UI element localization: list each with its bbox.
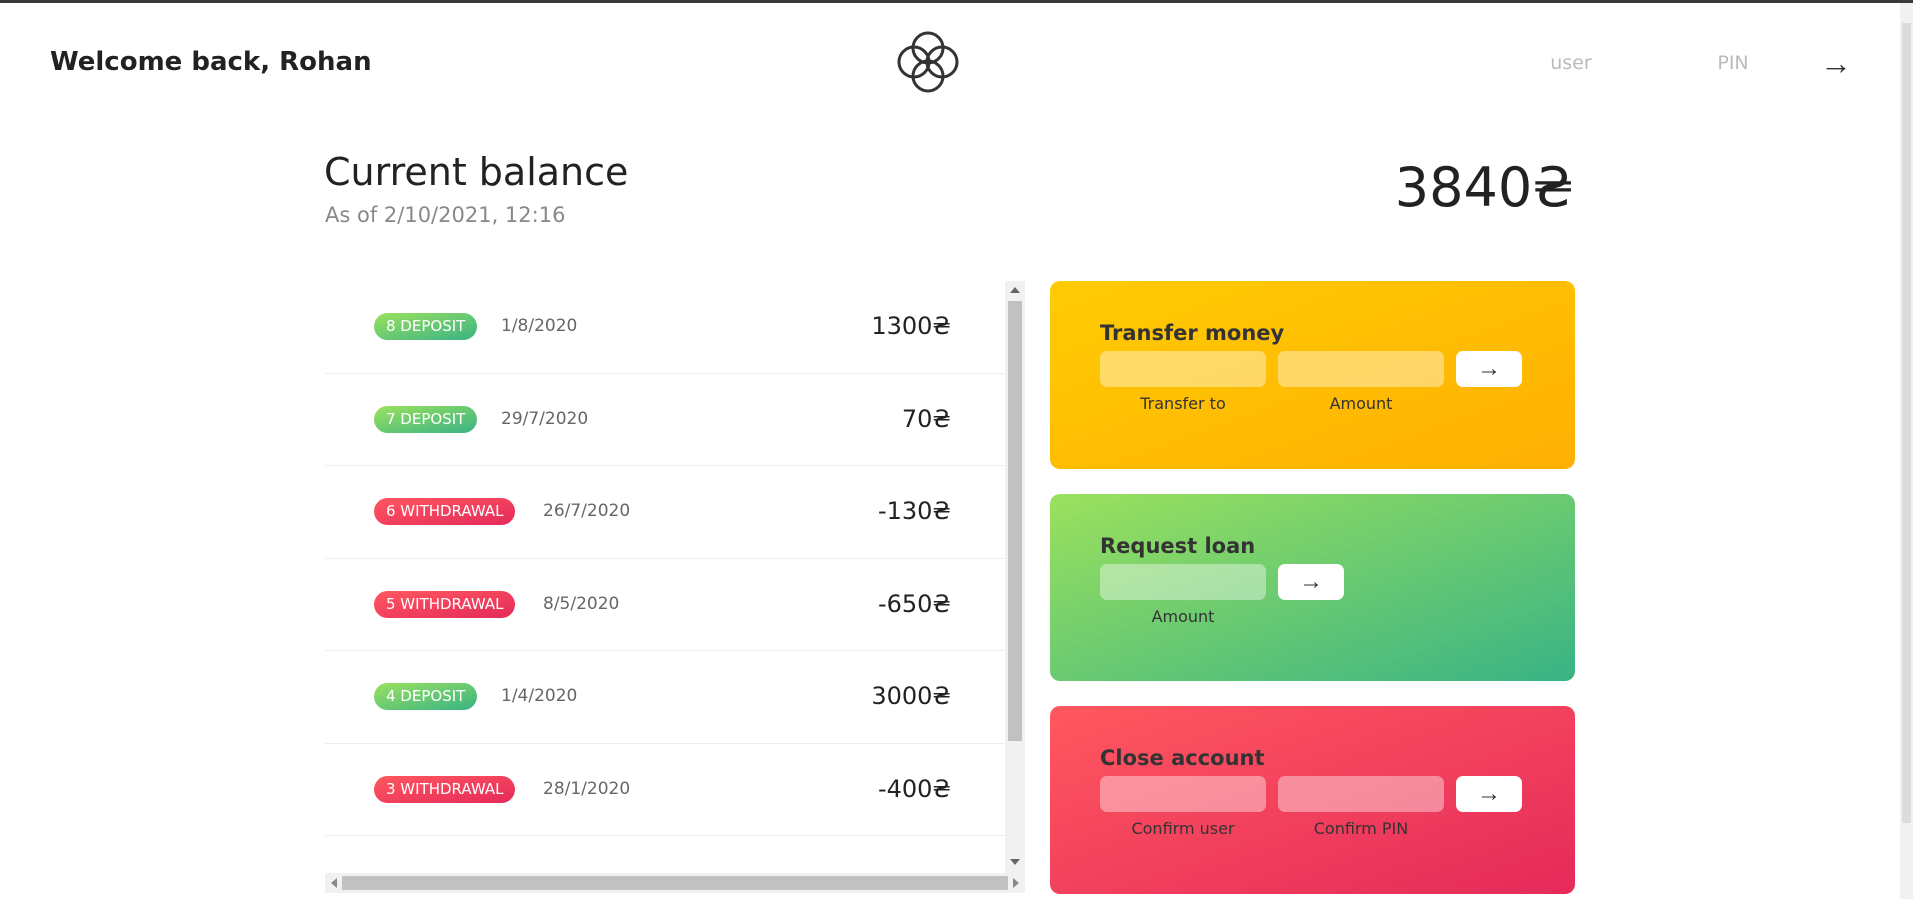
movement-type-badge: 5 WITHDRAWAL — [374, 590, 516, 618]
movement-row: 6 WITHDRAWAL 26/7/2020 -130₴ — [325, 466, 1005, 559]
movement-row: 5 WITHDRAWAL 8/5/2020 -650₴ — [325, 559, 1005, 651]
scrollbar-thumb[interactable] — [1902, 23, 1911, 823]
operation-close: Close account → Confirm user Confirm PIN — [1050, 706, 1575, 894]
movement-type-badge: 4 DEPOSIT — [374, 683, 478, 710]
loan-title: Request loan — [1100, 534, 1256, 558]
movement-date: 1/8/2020 — [501, 316, 578, 336]
movement-date: 8/5/2020 — [543, 593, 620, 614]
movement-value: -400₴ — [877, 774, 951, 803]
scroll-left-arrow-icon[interactable] — [331, 878, 337, 888]
movements-rows: 8 DEPOSIT 1/8/2020 1300₴ 7 DEPOSIT 29/7/2020… — [325, 281, 1005, 836]
balance-value: 3840₴ — [1394, 156, 1574, 219]
login-button[interactable]: → — [1818, 45, 1854, 81]
movement-type-badge: 3 WITHDRAWAL — [374, 775, 516, 803]
movement-date: 28/1/2020 — [543, 778, 631, 799]
movement-date: 1/4/2020 — [501, 686, 578, 706]
loan-submit-button[interactable]: → — [1278, 564, 1344, 600]
movements-horizontal-scrollbar[interactable] — [325, 873, 1025, 893]
close-user-input[interactable] — [1100, 776, 1266, 812]
movement-value: 1300₴ — [871, 312, 951, 340]
page-vertical-scrollbar[interactable] — [1900, 3, 1913, 899]
transfer-title: Transfer money — [1100, 321, 1285, 345]
close-submit-button[interactable]: → — [1456, 776, 1522, 812]
movement-row: 8 DEPOSIT 1/8/2020 1300₴ — [325, 281, 1005, 374]
movement-row: 7 DEPOSIT 29/7/2020 70₴ — [325, 374, 1005, 466]
close-user-label: Confirm user — [1131, 819, 1235, 838]
loan-amount-input[interactable] — [1100, 564, 1266, 600]
transfer-to-label: Transfer to — [1140, 394, 1226, 413]
balance-date: As of 2/10/2021, 12:16 — [325, 203, 566, 227]
login-user-input[interactable] — [1496, 48, 1646, 78]
movement-type-badge: 6 WITHDRAWAL — [374, 498, 516, 525]
movements-vertical-scrollbar[interactable] — [1005, 281, 1025, 873]
movement-date: 29/7/2020 — [501, 408, 589, 429]
movements-list[interactable]: 8 DEPOSIT 1/8/2020 1300₴ 7 DEPOSIT 29/7/2020… — [325, 281, 1025, 893]
scroll-up-arrow-icon[interactable] — [1010, 287, 1020, 293]
scrollbar-thumb[interactable] — [342, 876, 1008, 890]
movement-type-badge: 7 DEPOSIT — [374, 405, 478, 433]
operation-transfer: Transfer money → Transfer to Amount — [1050, 281, 1575, 469]
movement-value: 70₴ — [901, 404, 951, 433]
close-pin-label: Confirm PIN — [1313, 819, 1409, 838]
movement-row: 4 DEPOSIT 1/4/2020 3000₴ — [325, 651, 1005, 744]
transfer-to-input[interactable] — [1100, 351, 1266, 387]
welcome-message: Welcome back, Rohan — [50, 47, 372, 77]
login-pin-input[interactable] — [1658, 48, 1808, 78]
transfer-amount-input[interactable] — [1278, 351, 1444, 387]
transfer-amount-label: Amount — [1329, 394, 1393, 413]
loan-amount-label: Amount — [1151, 607, 1215, 626]
transfer-submit-button[interactable]: → — [1456, 351, 1522, 387]
close-title: Close account — [1100, 746, 1265, 770]
scrollbar-thumb[interactable] — [1008, 301, 1022, 741]
movement-type-badge: 8 DEPOSIT — [374, 313, 478, 340]
four-circles-logo-icon — [897, 31, 959, 93]
scroll-down-arrow-icon[interactable] — [1010, 859, 1020, 865]
movement-value: -650₴ — [877, 589, 951, 618]
top-nav: Welcome back, Rohan → — [0, 3, 1900, 119]
operation-loan: Request loan → Amount — [1050, 494, 1575, 681]
scroll-right-arrow-icon[interactable] — [1013, 878, 1019, 888]
balance-label: Current balance — [324, 150, 629, 194]
movement-row: 3 WITHDRAWAL 28/1/2020 -400₴ — [325, 744, 1005, 836]
movement-value: 3000₴ — [871, 682, 951, 710]
close-pin-input[interactable] — [1278, 776, 1444, 812]
movement-value: -130₴ — [877, 497, 951, 525]
movement-date: 26/7/2020 — [543, 501, 631, 521]
